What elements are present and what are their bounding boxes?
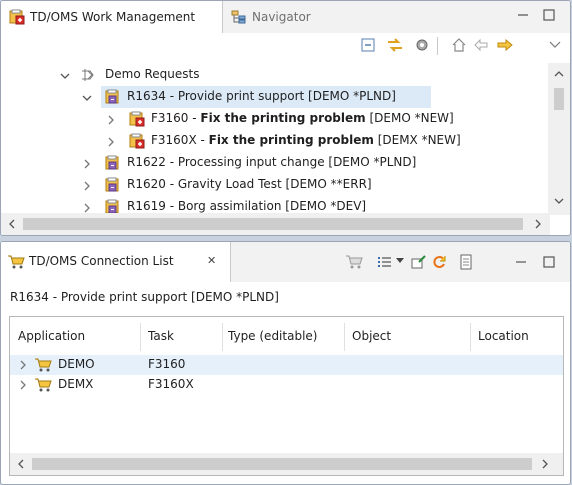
home-icon[interactable] (449, 35, 469, 55)
folder-request-icon (81, 67, 97, 83)
scroll-left-icon[interactable] (7, 218, 17, 230)
chevron-right-icon[interactable] (18, 359, 28, 371)
tab-connection-list[interactable]: TD/OMS Connection List ✕ (1, 242, 231, 282)
tab-label: TD/OMS Work Management (30, 10, 196, 24)
tree-item[interactable]: R1622 - Processing input change [DEMO *P… (1, 152, 549, 174)
request-icon (105, 155, 121, 171)
tree-item-label: R1619 - Borg assimilation [DEMO *DEV] (127, 199, 367, 213)
edit-connection-icon[interactable] (411, 254, 427, 270)
selected-request-label: R1634 - Provide print support [DEMO *PLN… (10, 290, 279, 304)
top-view-toolbar (1, 35, 570, 57)
view-menu-icon[interactable] (545, 35, 565, 55)
top-tab-bar: TD/OMS Work Management Navigator (1, 1, 570, 33)
chevron-down-icon[interactable] (59, 70, 71, 82)
tree-item-label: R1620 - Gravity Load Test [DEMO **ERR] (127, 177, 372, 191)
maximize-icon[interactable] (541, 254, 557, 270)
back-arrow-icon[interactable] (471, 35, 491, 55)
table-row[interactable]: DEMO F3160 (10, 355, 563, 375)
tree-item[interactable]: R1619 - Borg assimilation [DEMO *DEV] (1, 196, 549, 213)
document-icon[interactable] (459, 254, 473, 270)
tree-item[interactable]: R1634 - Provide print support [DEMO *PLN… (1, 86, 549, 108)
vertical-scroll-thumb[interactable] (554, 88, 564, 110)
application-cart-icon (34, 377, 52, 393)
chevron-down-icon[interactable] (81, 92, 93, 104)
tree-item-label: R1622 - Processing input change [DEMO *P… (127, 155, 417, 169)
connection-list-icon (7, 254, 25, 270)
navigator-icon (231, 9, 247, 25)
scroll-right-icon[interactable] (540, 458, 550, 470)
chevron-right-icon[interactable] (105, 114, 117, 126)
tab-work-management[interactable]: TD/OMS Work Management (1, 1, 223, 33)
cell-application: DEMX (58, 377, 94, 391)
scroll-down-icon[interactable] (553, 196, 565, 206)
column-header-task[interactable]: Task (148, 317, 174, 355)
toolbar-separator (437, 37, 438, 55)
cell-task: F3160X (148, 377, 194, 391)
tree-item-label: R1634 - Provide print support [DEMO *PLN… (127, 89, 396, 103)
close-icon[interactable]: ✕ (207, 254, 216, 267)
chevron-right-icon[interactable] (81, 158, 93, 170)
cell-application: DEMO (58, 357, 95, 371)
tree-item[interactable]: Demo Requests (1, 64, 549, 86)
column-header-location[interactable]: Location (478, 317, 529, 355)
request-tree: Demo Requests R1634 - Provide print supp… (1, 63, 549, 213)
chevron-right-icon[interactable] (105, 136, 117, 148)
column-header-type[interactable]: Type (editable) (228, 317, 317, 355)
chevron-right-icon[interactable] (81, 180, 93, 192)
tab-navigator[interactable]: Navigator (223, 1, 343, 33)
bottom-tab-bar: TD/OMS Connection List ✕ (1, 242, 570, 282)
minimize-icon[interactable] (513, 254, 529, 270)
minimize-icon[interactable] (515, 7, 531, 23)
request-icon (129, 111, 145, 127)
tree-item[interactable]: F3160X - Fix the printing problem [DEMX … (1, 130, 549, 152)
chevron-right-icon[interactable] (81, 202, 93, 213)
horizontal-scroll-thumb[interactable] (23, 218, 523, 230)
column-divider[interactable] (470, 323, 471, 351)
column-header-application[interactable]: Application (18, 317, 85, 355)
maximize-icon[interactable] (541, 7, 557, 23)
cell-task: F3160 (148, 357, 186, 371)
horizontal-scroll-thumb[interactable] (32, 458, 532, 470)
cart-icon[interactable] (345, 254, 363, 270)
tree-item-label: F3160 - Fix the printing problem [DEMO *… (151, 111, 454, 125)
table-row[interactable]: DEMX F3160X (10, 375, 563, 395)
table-horizontal-scrollbar[interactable] (10, 453, 563, 475)
scroll-up-icon[interactable] (553, 69, 565, 79)
settings-gear-icon[interactable] (412, 35, 432, 55)
tree-vertical-scrollbar[interactable] (548, 63, 570, 215)
tree-item[interactable]: R1620 - Gravity Load Test [DEMO **ERR] (1, 174, 549, 196)
chevron-right-icon[interactable] (18, 379, 28, 391)
dropdown-arrow-icon[interactable] (396, 258, 404, 264)
request-icon (105, 177, 121, 193)
tab-label: Navigator (252, 10, 311, 24)
column-header-object[interactable]: Object (352, 317, 391, 355)
list-menu-icon[interactable] (377, 254, 393, 270)
application-cart-icon (34, 357, 52, 373)
work-management-view: TD/OMS Work Management Navigator Demo Re… (0, 0, 571, 236)
tree-item[interactable]: F3160 - Fix the printing problem [DEMO *… (1, 108, 549, 130)
refresh-icon[interactable] (431, 254, 447, 270)
forward-arrow-icon[interactable] (495, 35, 515, 55)
link-with-editor-icon[interactable] (385, 35, 405, 55)
tree-item-label: Demo Requests (105, 67, 200, 81)
request-icon (105, 199, 121, 213)
scroll-right-icon[interactable] (533, 218, 543, 230)
collapse-all-icon[interactable] (358, 35, 378, 55)
scroll-left-icon[interactable] (16, 458, 26, 470)
request-icon (105, 89, 121, 105)
tree-item-label: F3160X - Fix the printing problem [DEMX … (151, 133, 461, 147)
column-divider[interactable] (222, 323, 223, 351)
column-divider[interactable] (140, 323, 141, 351)
connection-list-view: TD/OMS Connection List ✕ R1634 - Provide… (0, 241, 571, 485)
request-icon (129, 133, 145, 149)
work-management-icon (9, 9, 25, 25)
tree-horizontal-scrollbar[interactable] (1, 213, 550, 235)
column-divider[interactable] (344, 323, 345, 351)
tab-label: TD/OMS Connection List (29, 254, 174, 268)
connection-table: Application Task Type (editable) Object … (9, 316, 564, 476)
